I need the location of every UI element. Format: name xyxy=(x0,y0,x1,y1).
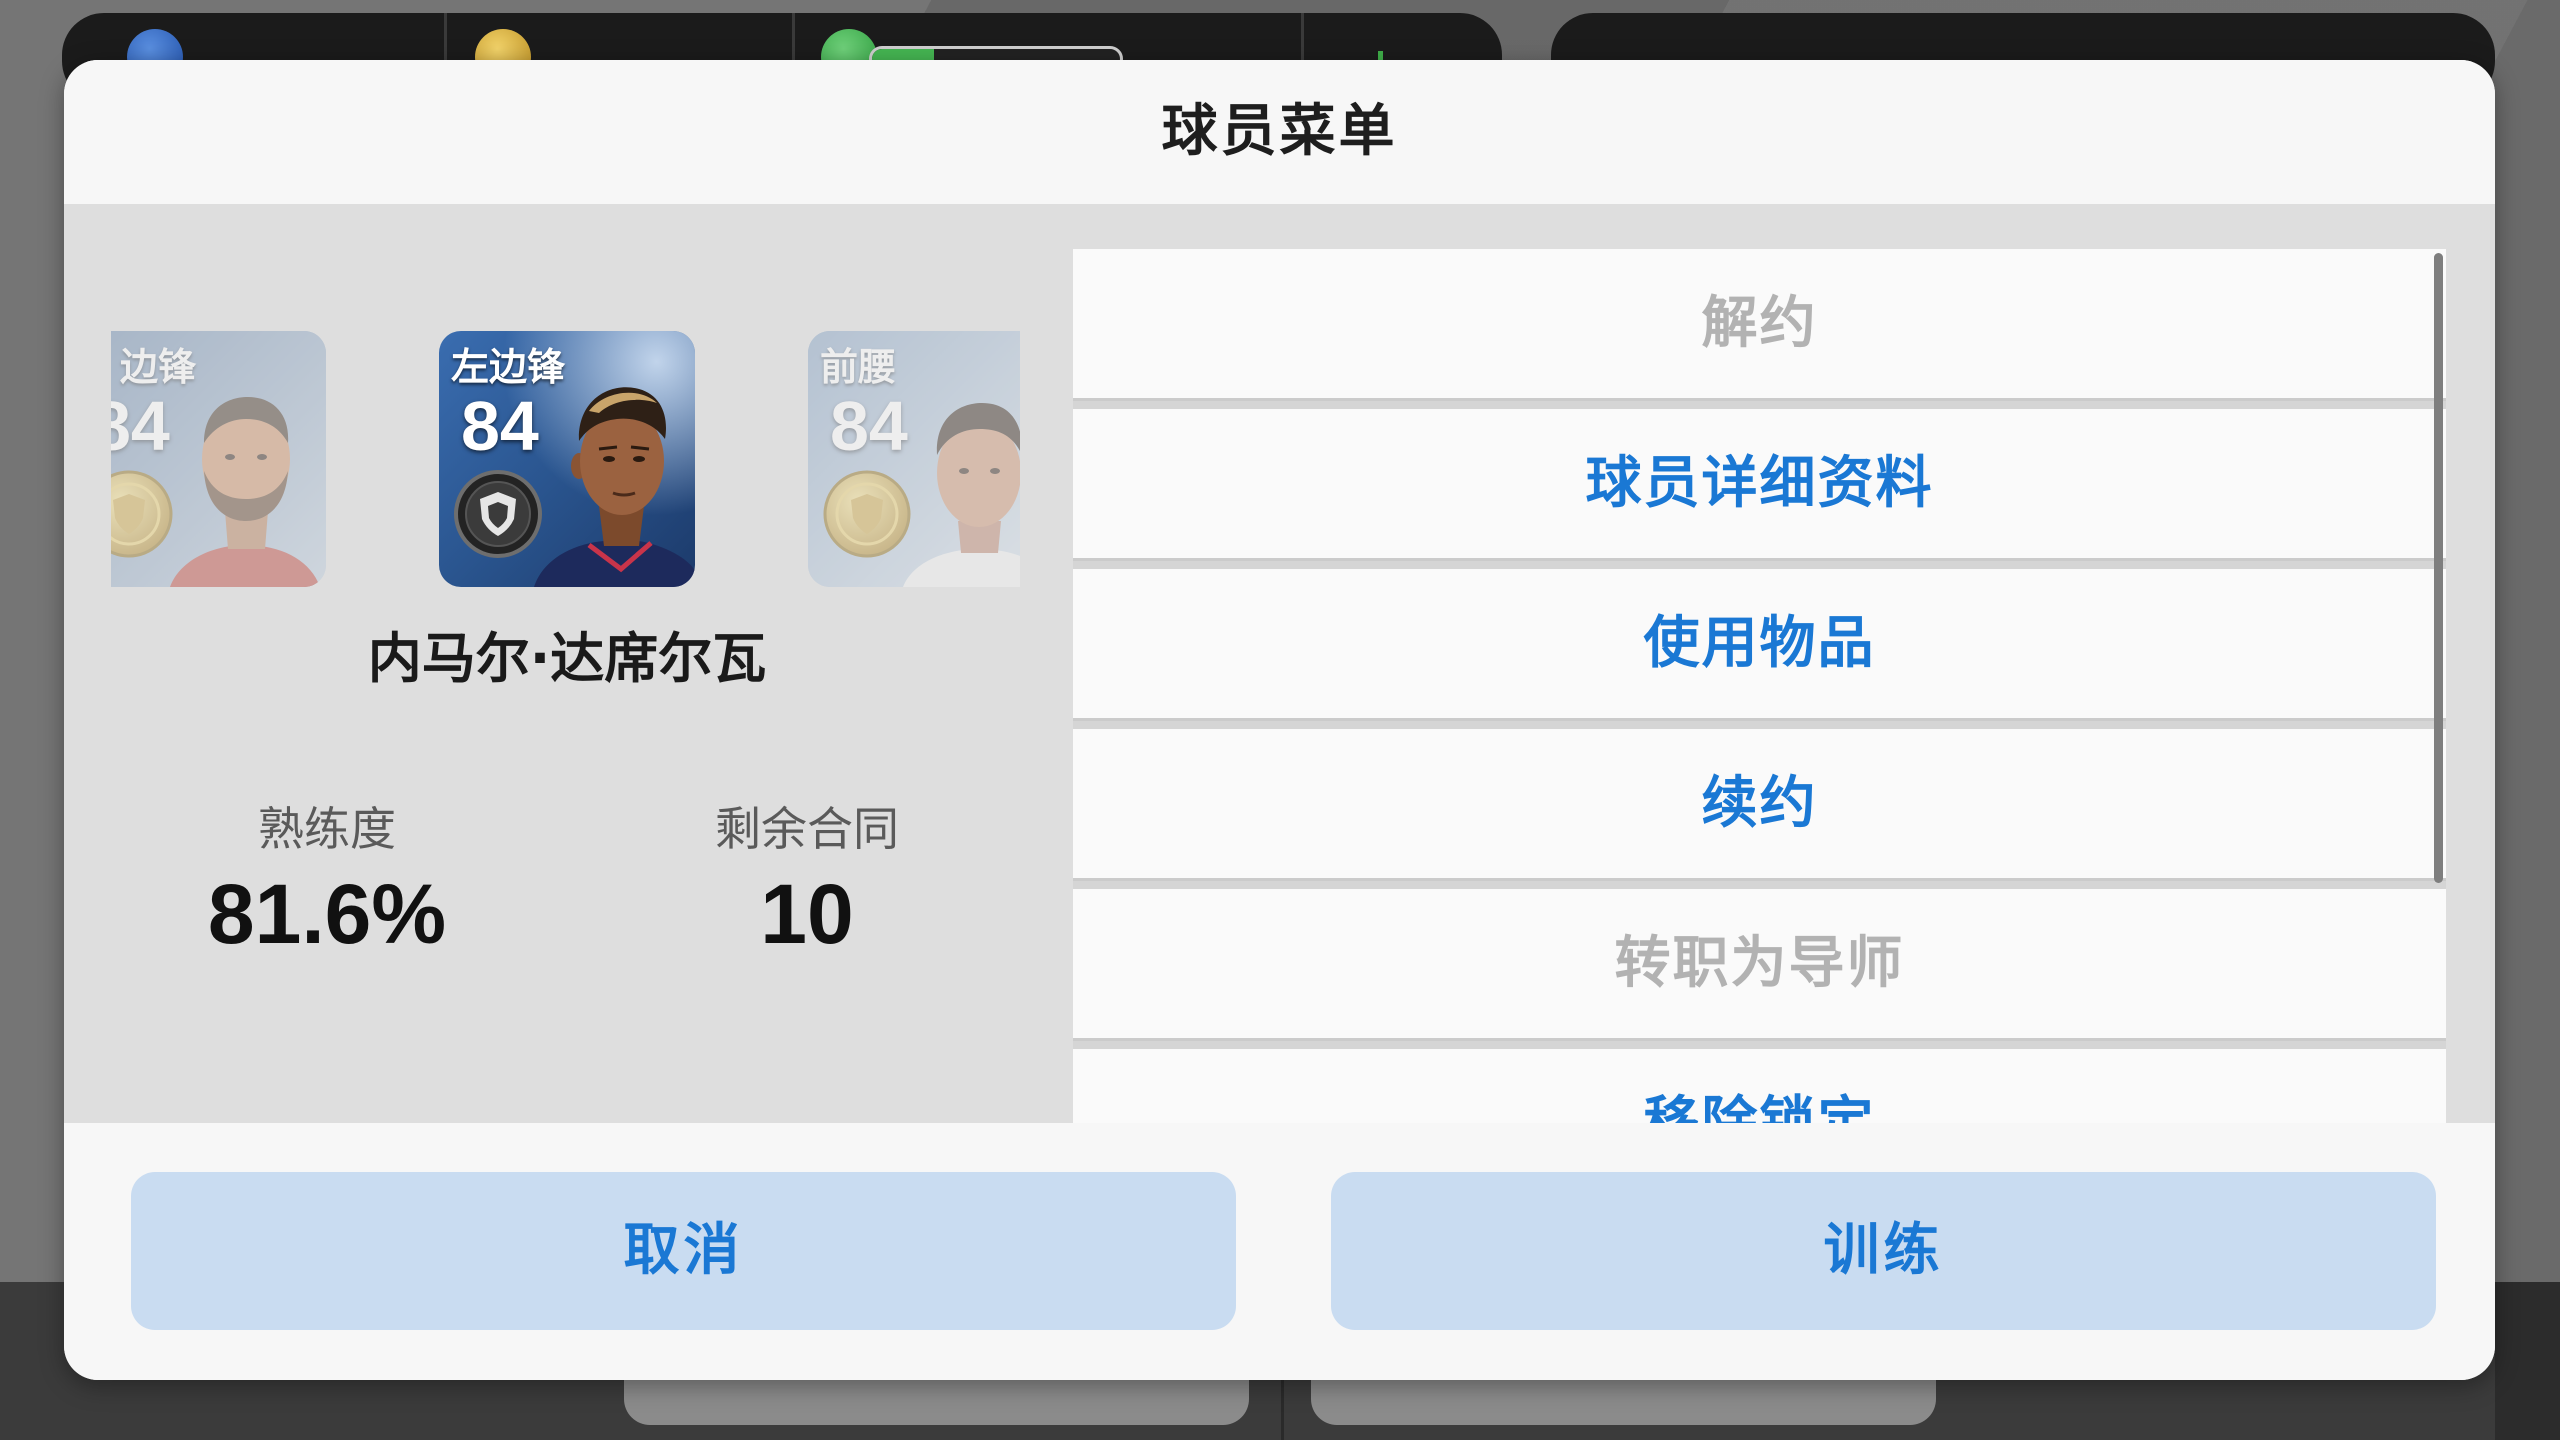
dialog-footer: 取消 训练 xyxy=(64,1123,2495,1380)
menu-item-label: 使用物品 xyxy=(1643,611,1876,676)
menu-item-use-item[interactable]: 使用物品 xyxy=(1073,569,2446,718)
menu-item-unlock[interactable]: 移除锁定 xyxy=(1073,1049,2446,1123)
stat-value: 10 xyxy=(760,867,854,961)
menu-item-label: 解约 xyxy=(1701,291,1818,356)
menu-item-extend-contract[interactable]: 续约 xyxy=(1073,729,2446,878)
dialog-title: 球员菜单 xyxy=(1161,99,1398,164)
card-inactive-overlay xyxy=(111,331,326,587)
player-card-carousel: 边锋 84 xyxy=(111,331,1020,587)
current-player-card[interactable]: 左边锋 84 xyxy=(439,331,695,587)
dialog-header: 球员菜单 xyxy=(64,60,2495,204)
previous-player-card[interactable]: 边锋 84 xyxy=(111,331,326,587)
card-rating: 84 xyxy=(461,387,539,465)
cancel-button[interactable]: 取消 xyxy=(131,1172,1236,1330)
menu-item-label: 移除锁定 xyxy=(1644,1049,1876,1123)
menu-item-label: 球员详细资料 xyxy=(1585,451,1934,516)
contract-remaining-stat: 剩余合同 10 xyxy=(607,801,1007,962)
menu-item-terminate-contract[interactable]: 解约 xyxy=(1073,249,2446,398)
proficiency-stat: 熟练度 81.6% xyxy=(127,801,527,962)
menu-item-convert-to-trainer[interactable]: 转职为导师 xyxy=(1073,889,2446,1038)
card-inactive-overlay xyxy=(808,331,1020,587)
black-shield-badge-icon xyxy=(454,470,542,558)
player-menu-dialog: 球员菜单 边锋 xyxy=(64,60,2495,1380)
stat-label: 剩余合同 xyxy=(715,802,899,856)
card-position-label: 左边锋 xyxy=(451,345,566,389)
player-name: 内马尔·达席尔瓦 xyxy=(367,627,767,690)
menu-item-player-details[interactable]: 球员详细资料 xyxy=(1073,409,2446,558)
next-player-card[interactable]: 前腰 84 xyxy=(808,331,1020,587)
stat-label: 熟练度 xyxy=(258,802,396,856)
stat-value: 81.6% xyxy=(207,867,447,961)
train-button[interactable]: 训练 xyxy=(1331,1172,2436,1330)
player-info-panel: 边锋 84 xyxy=(64,204,1070,1123)
bottom-right-panel xyxy=(2495,1282,2560,1440)
menu-scrollbar[interactable] xyxy=(2434,253,2443,883)
dialog-body: 边锋 84 xyxy=(64,204,2495,1123)
cancel-button-label: 取消 xyxy=(623,1218,744,1283)
menu-item-label: 转职为导师 xyxy=(1614,931,1905,996)
train-button-label: 训练 xyxy=(1823,1218,1944,1283)
player-menu-list[interactable]: 解约 球员详细资料 使用物品 续约 转职为导师 移除锁定 xyxy=(1073,249,2446,1123)
menu-item-label: 续约 xyxy=(1701,771,1818,836)
